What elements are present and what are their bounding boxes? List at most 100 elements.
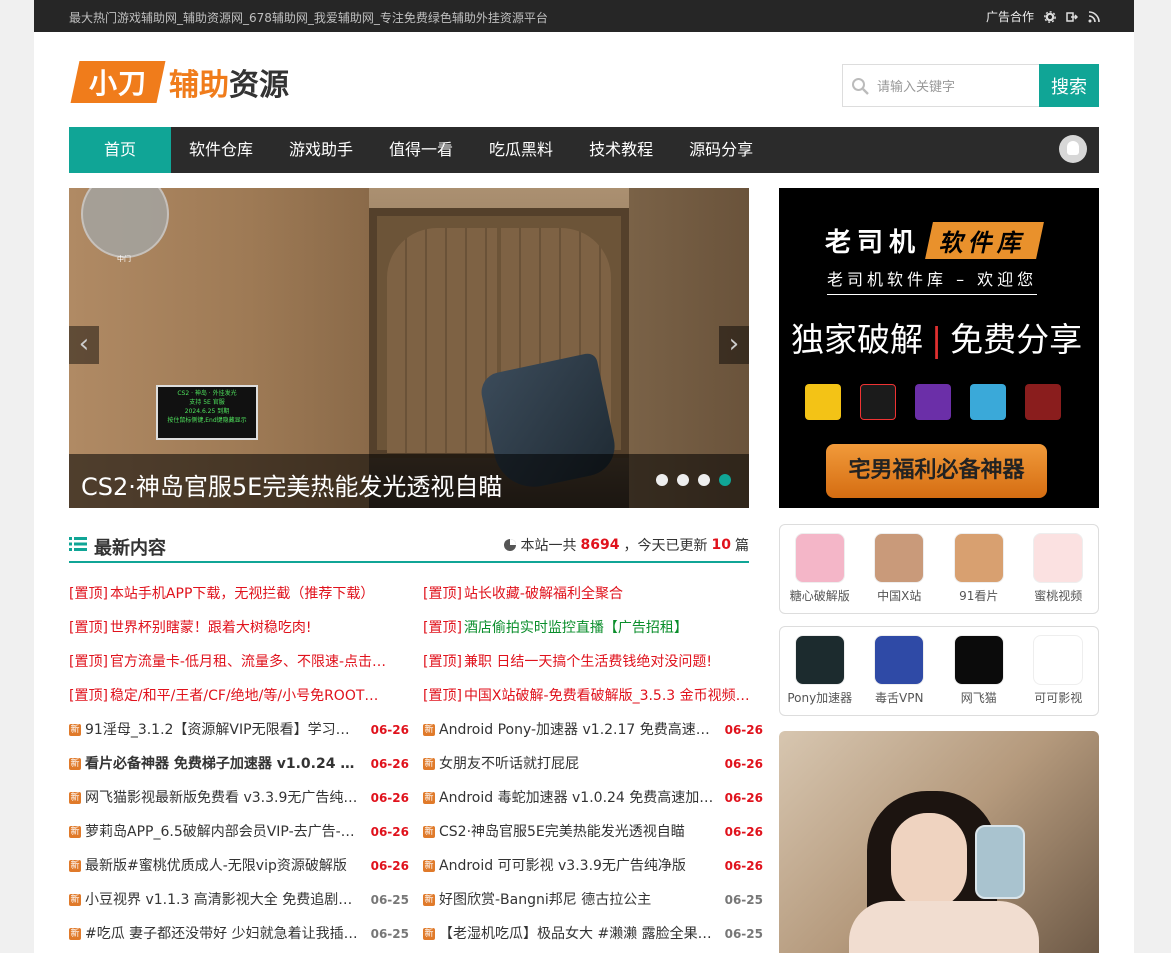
post-date: 06-26 [370, 791, 409, 805]
post-title-link[interactable]: 中国X站破解-免费看破解版_3.5.3 金币视频… [464, 685, 763, 707]
user-avatar[interactable] [1059, 135, 1087, 163]
slider-dot-active[interactable] [719, 474, 731, 486]
slide-door-left [387, 228, 497, 453]
list-item[interactable]: 新网飞猫影视最新版免费看 v3.3.9无广告纯… 06-26 [69, 781, 409, 815]
post-title-link[interactable]: 【老湿机吃瓜】极品女大 #濑濑 露脸全果… [439, 923, 717, 945]
post-title-link[interactable]: Android 毒蛇加速器 v1.0.24 免费高速加… [439, 787, 717, 809]
post-title-link[interactable]: Android 可可影视 v3.3.9无广告纯净版 [439, 855, 717, 877]
nav-item-source-code[interactable]: 源码分享 [671, 127, 771, 173]
new-badge: 新 [423, 928, 435, 940]
app-tile[interactable]: 糖心破解版 [784, 533, 856, 613]
nav-item-software[interactable]: 软件仓库 [171, 127, 271, 173]
photo-face [891, 813, 967, 909]
list-icon [69, 537, 87, 551]
list-item[interactable]: 新 CS2·神岛官服5E完美热能发光透视自瞄 06-26 [423, 815, 763, 849]
settings-icon[interactable] [1044, 10, 1056, 23]
post-title-link[interactable]: Android Pony-加速器 v1.2.17 免费高速… [439, 719, 717, 741]
list-item[interactable]: 新最新版#蜜桃优质成人-无限vip资源破解版 06-26 [69, 849, 409, 883]
nav-item-worth-seeing[interactable]: 值得一看 [371, 127, 471, 173]
list-item[interactable]: [置顶] 中国X站破解-免费看破解版_3.5.3 金币视频… [423, 679, 763, 713]
post-title-link[interactable]: 网飞猫影视最新版免费看 v3.3.9无广告纯… [85, 787, 363, 809]
pinned-tag: [置顶] [69, 654, 108, 670]
search-input[interactable]: 请输入关键字 [842, 64, 1039, 107]
post-title-link[interactable]: CS2·神岛官服5E完美热能发光透视自瞄 [439, 821, 717, 843]
app-icon [953, 533, 1004, 583]
list-item[interactable]: 新好图欣赏-Bangni邦尼 德古拉公主 06-25 [423, 883, 763, 917]
post-title-link[interactable]: 女朋友不听话就打屁屁 [439, 753, 717, 775]
app-tile[interactable]: 中国X站 [863, 533, 935, 613]
post-title-link[interactable]: 萝莉岛APP_6.5破解内部会员VIP-去广告-… [85, 821, 363, 843]
app-tile[interactable]: 91看片 [943, 533, 1015, 613]
photo-phone [975, 825, 1025, 899]
post-title-link[interactable]: 兼职 日结一天搞个生活费钱绝对没问题! [464, 651, 763, 673]
list-item[interactable]: 新看片必备神器 免费梯子加速器 v1.0.24 超… 06-26 [69, 747, 409, 781]
list-item[interactable]: [置顶] 稳定/和平/王者/CF/绝地/等/小号免ROOT… [69, 679, 409, 713]
login-icon[interactable] [1066, 11, 1079, 23]
list-item[interactable]: 新 Android Pony-加速器 v1.2.17 免费高速… 06-26 [423, 713, 763, 747]
rss-icon[interactable] [1088, 10, 1100, 23]
post-title-link[interactable]: #吃瓜 妻子都还没带好 少妇就急着让我插… [85, 923, 363, 945]
slider-dot[interactable] [698, 474, 710, 486]
app-tile[interactable]: 毒舌VPN [863, 635, 935, 715]
app-icon [805, 384, 841, 420]
ad-partner-link[interactable]: 广告合作 [986, 8, 1034, 25]
slider-dot[interactable] [656, 474, 668, 486]
list-item[interactable]: 新萝莉岛APP_6.5破解内部会员VIP-去广告-… 06-26 [69, 815, 409, 849]
app-tile[interactable]: Pony加速器 [784, 635, 856, 715]
search-button[interactable]: 搜索 [1039, 64, 1099, 107]
post-title-link[interactable]: 站长收藏-破解福利全聚合 [464, 583, 763, 605]
ad-cta-button[interactable]: 宅男福利必备神器 [826, 444, 1047, 498]
nav-item-tutorials[interactable]: 技术教程 [571, 127, 671, 173]
list-item[interactable]: 新 #吃瓜 妻子都还没带好 少妇就急着让我插… 06-25 [69, 917, 409, 951]
list-item[interactable]: [置顶] 本站手机APP下载，无视拦截（推荐下载） [69, 577, 409, 611]
post-title-link[interactable]: 官方流量卡-低月租、流量多、不限速-点击… [110, 651, 409, 673]
new-badge: 新 [69, 758, 81, 770]
slide-caption[interactable]: CS2·神岛官服5E完美热能发光透视自瞄 [69, 454, 749, 508]
list-item[interactable]: 新 91淫母_3.1.2【资源解VIP无限看】学习资… 06-26 [69, 713, 409, 747]
nav-item-game-assist[interactable]: 游戏助手 [271, 127, 371, 173]
list-item[interactable]: 新女朋友不听话就打屁屁 06-26 [423, 747, 763, 781]
post-title-link[interactable]: 看片必备神器 免费梯子加速器 v1.0.24 超… [85, 753, 363, 775]
post-title-link[interactable]: 本站手机APP下载，无视拦截（推荐下载） [110, 583, 409, 605]
app-grid-1: 糖心破解版 中国X站 91看片 蜜桃视频 [779, 524, 1099, 614]
list-item[interactable]: [置顶] 世界杯别瞎蒙！跟着大树稳吃肉! [69, 611, 409, 645]
post-title-link[interactable]: 91淫母_3.1.2【资源解VIP无限看】学习资… [85, 719, 363, 741]
featured-slider[interactable]: 中门 CS2 · 神岛 · 外挂发光 支持 5E 官服 2024.6.25 到期… [69, 188, 749, 508]
list-item[interactable]: [置顶] 酒店偷拍实时监控直播【广告招租】 [423, 611, 763, 645]
slider-prev-button[interactable]: ‹ [69, 326, 99, 364]
top-bar-links: 广告合作 [986, 8, 1100, 25]
list-item[interactable]: 新【老湿机吃瓜】极品女大 #濑濑 露脸全果… 06-25 [423, 917, 763, 951]
slider-next-button[interactable]: › [719, 326, 749, 364]
site-logo[interactable]: 小刀 辅助 资源 [69, 58, 289, 106]
post-title-link[interactable]: 最新版#蜜桃优质成人-无限vip资源破解版 [85, 855, 363, 877]
stat-suffix: 篇 [735, 538, 749, 554]
list-item[interactable]: [置顶] 兼职 日结一天搞个生活费钱绝对没问题! [423, 645, 763, 679]
app-name: 91看片 [959, 589, 999, 603]
pinned-tag: [置顶] [423, 688, 462, 704]
post-date: 06-26 [370, 757, 409, 771]
sidebar-ad-photo[interactable] [779, 731, 1099, 953]
list-item[interactable]: [置顶] 站长收藏-破解福利全聚合 [423, 577, 763, 611]
app-tile[interactable]: 网飞猫 [943, 635, 1015, 715]
tiktok-icon [860, 384, 896, 420]
post-title-link[interactable]: 世界杯别瞎蒙！跟着大树稳吃肉! [110, 617, 409, 639]
slide-title: CS2·神岛官服5E完美热能发光透视自瞄 [81, 473, 503, 501]
ad-banner-software-library[interactable]: 老司机 软件库 老司机软件库 – 欢迎您 独家破解 | 免费分享 宅男福利必备神器 [779, 188, 1099, 508]
new-badge: 新 [423, 724, 435, 736]
post-title-link[interactable]: 小豆视界 v1.1.3 高清影视大全 免费追剧… [85, 889, 363, 911]
app-tile[interactable]: 蜜桃视频 [1022, 533, 1094, 613]
list-item[interactable]: 新小豆视界 v1.1.3 高清影视大全 免费追剧… 06-25 [69, 883, 409, 917]
slider-dot[interactable] [677, 474, 689, 486]
list-item[interactable]: 新 Android 毒蛇加速器 v1.0.24 免费高速加… 06-26 [423, 781, 763, 815]
slider-dots [656, 474, 731, 486]
app-tile[interactable]: 可可影视 [1022, 635, 1094, 715]
post-title-link[interactable]: 酒店偷拍实时监控直播【广告招租】 [464, 617, 763, 639]
list-item[interactable]: 新 Android 可可影视 v3.3.9无广告纯净版 06-26 [423, 849, 763, 883]
post-title-link[interactable]: 稳定/和平/王者/CF/绝地/等/小号免ROOT… [110, 685, 409, 707]
post-title-link[interactable]: 好图欣赏-Bangni邦尼 德古拉公主 [439, 889, 717, 911]
nav-item-gossip[interactable]: 吃瓜黑料 [471, 127, 571, 173]
app-icon [1033, 635, 1084, 685]
nav-item-home[interactable]: 首页 [69, 127, 171, 173]
post-date: 06-26 [724, 723, 763, 737]
list-item[interactable]: [置顶] 官方流量卡-低月租、流量多、不限速-点击… [69, 645, 409, 679]
